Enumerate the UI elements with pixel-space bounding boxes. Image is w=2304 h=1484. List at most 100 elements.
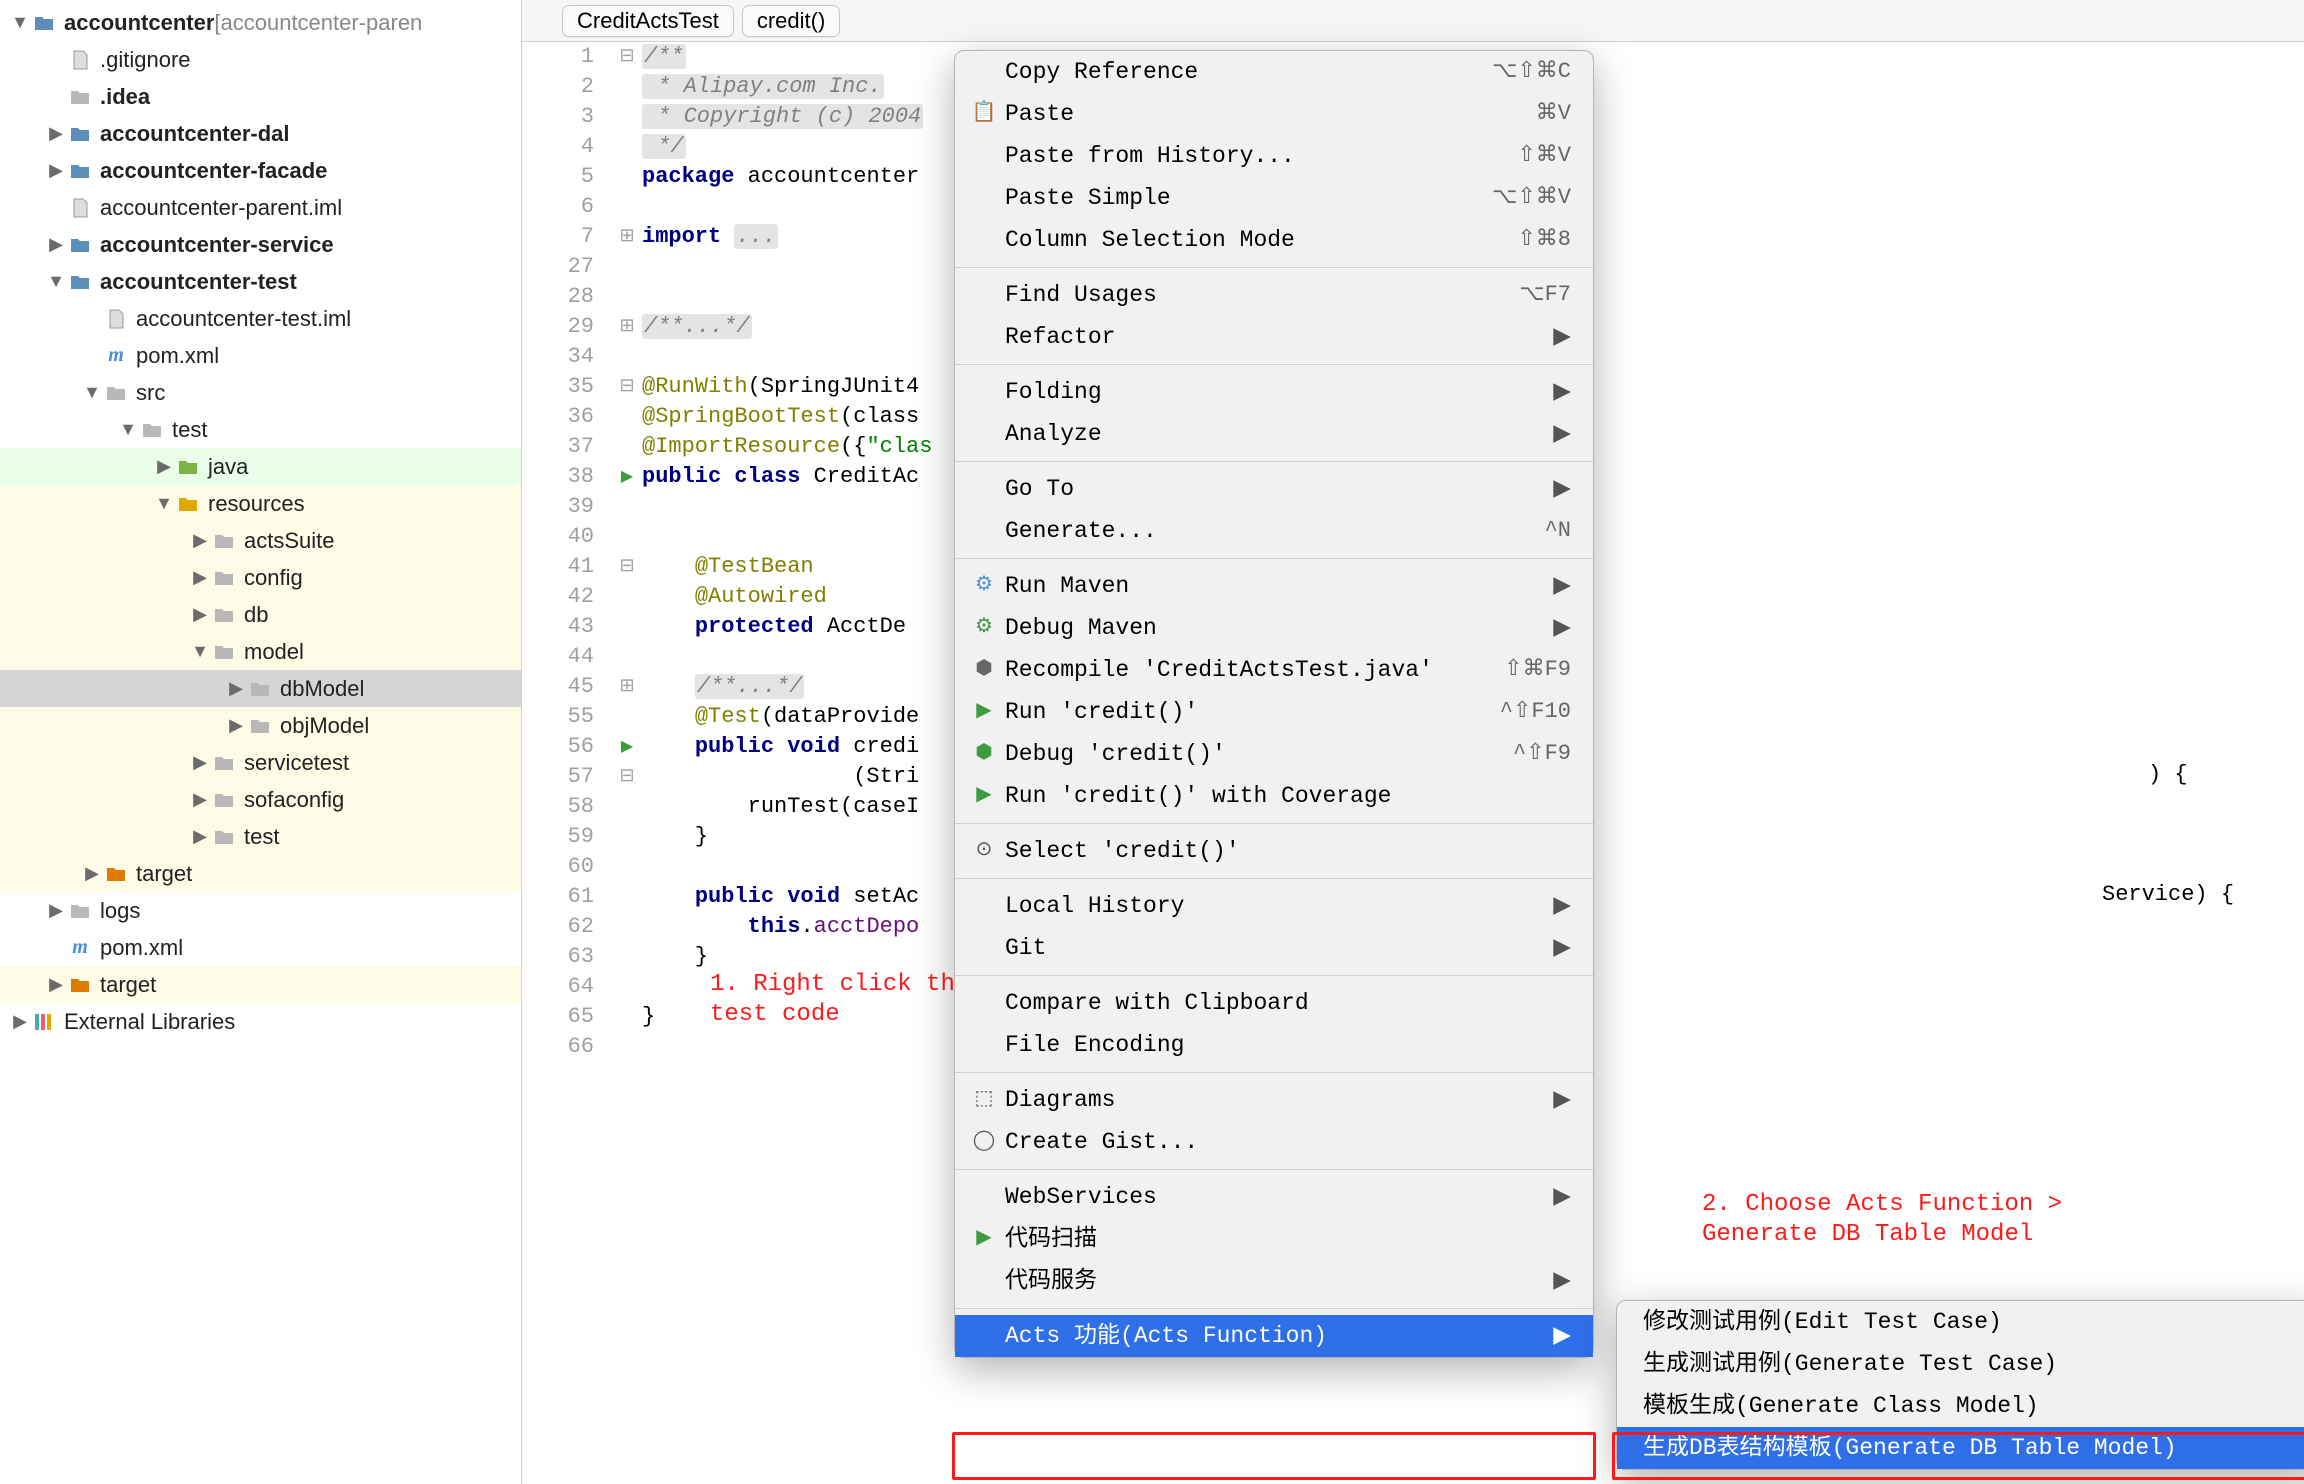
chevron-down-icon[interactable]: ▼ <box>118 420 138 440</box>
tree-item-label: actsSuite <box>244 528 335 554</box>
tree-item-accountcenter-dal[interactable]: ▶accountcenter-dal <box>0 115 521 152</box>
menu-item-recompile-creditactstest-java-[interactable]: ⬢Recompile 'CreditActsTest.java'⇧⌘F9 <box>955 649 1593 691</box>
submenu-item--generate-class-model-[interactable]: 模板生成(Generate Class Model) <box>1617 1385 2304 1427</box>
chevron-right-icon[interactable]: ▶ <box>190 531 210 551</box>
tree-item-java[interactable]: ▶java <box>0 448 521 485</box>
chevron-right-icon[interactable]: ▶ <box>46 161 66 181</box>
chevron-right-icon[interactable]: ▶ <box>226 679 246 699</box>
menu-item-column-selection-mode[interactable]: Column Selection Mode⇧⌘8 <box>955 219 1593 261</box>
fold-gutter[interactable]: ⊟ <box>612 42 642 72</box>
line-number: 7 <box>522 222 612 252</box>
maven-icon: m <box>66 934 94 962</box>
chevron-right-icon[interactable]: ▶ <box>46 975 66 995</box>
tree-item-resources[interactable]: ▼resources <box>0 485 521 522</box>
tree-item-test[interactable]: ▶test <box>0 818 521 855</box>
menu-item-file-encoding[interactable]: File Encoding <box>955 1024 1593 1066</box>
fold-gutter[interactable]: ⊞ <box>612 312 642 342</box>
fold-gutter[interactable]: ⊞ <box>612 672 642 702</box>
menu-item-create-gist-[interactable]: ◯Create Gist... <box>955 1121 1593 1163</box>
chevron-right-icon[interactable]: ▶ <box>190 790 210 810</box>
tree-item-accountcenter-parent-iml[interactable]: ▶accountcenter-parent.iml <box>0 189 521 226</box>
chevron-right-icon: ▶ <box>1553 474 1571 504</box>
menu-item--[interactable]: 代码服务▶ <box>955 1260 1593 1302</box>
menu-item-acts-acts-function-[interactable]: Acts 功能(Acts Function)▶ <box>955 1315 1593 1357</box>
menu-item-debug-credit-[interactable]: ⬢Debug 'credit()'^⇧F9 <box>955 733 1593 775</box>
menu-item-find-usages[interactable]: Find Usages⌥F7 <box>955 274 1593 316</box>
tree-item--gitignore[interactable]: ▶.gitignore <box>0 41 521 78</box>
chevron-right-icon[interactable]: ▶ <box>46 901 66 921</box>
fold-gutter[interactable]: ⊞ <box>612 222 642 252</box>
tree-item-accountcenter-facade[interactable]: ▶accountcenter-facade <box>0 152 521 189</box>
menu-item-compare-with-clipboard[interactable]: Compare with Clipboard <box>955 982 1593 1024</box>
menu-item-copy-reference[interactable]: Copy Reference⌥⇧⌘C <box>955 51 1593 93</box>
menu-item-paste[interactable]: 📋Paste⌘V <box>955 93 1593 135</box>
tree-item-external-libraries[interactable]: ▶External Libraries <box>0 1003 521 1040</box>
tree-item-pom-xml[interactable]: ▶mpom.xml <box>0 929 521 966</box>
code-editor[interactable]: 1⊟/**2 * Alipay.com Inc.3 * Copyright (c… <box>522 42 2304 1484</box>
menu-item-paste-simple[interactable]: Paste Simple⌥⇧⌘V <box>955 177 1593 219</box>
menu-item-label: Run 'credit()' <box>1005 697 1470 727</box>
tree-item-target[interactable]: ▶target <box>0 966 521 1003</box>
fold-gutter[interactable]: ⊟ <box>612 762 642 792</box>
breadcrumb-method[interactable]: credit() <box>742 5 840 37</box>
submenu-item--generate-test-case-[interactable]: 生成测试用例(Generate Test Case) <box>1617 1343 2304 1385</box>
menu-item-paste-from-history-[interactable]: Paste from History...⇧⌘V <box>955 135 1593 177</box>
tree-item-db[interactable]: ▶db <box>0 596 521 633</box>
tree-item-actssuite[interactable]: ▶ actsSuite <box>0 522 521 559</box>
tree-item-servicetest[interactable]: ▶servicetest <box>0 744 521 781</box>
tree-item-target[interactable]: ▶target <box>0 855 521 892</box>
tree-item-model[interactable]: ▼model <box>0 633 521 670</box>
chevron-right-icon[interactable]: ▶ <box>190 605 210 625</box>
chevron-right-icon[interactable]: ▶ <box>190 827 210 847</box>
menu-item-run-maven[interactable]: ⚙Run Maven▶ <box>955 565 1593 607</box>
menu-item-folding[interactable]: Folding▶ <box>955 371 1593 413</box>
tree-item-objmodel[interactable]: ▶objModel <box>0 707 521 744</box>
chevron-right-icon[interactable]: ▶ <box>10 1012 30 1032</box>
run-gutter-icon[interactable]: ▶ <box>612 462 642 492</box>
tree-item--idea[interactable]: ▶.idea <box>0 78 521 115</box>
chevron-right-icon[interactable]: ▶ <box>190 568 210 588</box>
run-gutter-icon[interactable]: ▶ <box>612 732 642 762</box>
submenu-item--db-generate-db-table-model-[interactable]: 生成DB表结构模板(Generate DB Table Model) <box>1617 1427 2304 1469</box>
fold-gutter[interactable]: ⊟ <box>612 372 642 402</box>
menu-item-webservices[interactable]: WebServices▶ <box>955 1176 1593 1218</box>
tree-item-pom-xml[interactable]: ▶mpom.xml <box>0 337 521 374</box>
menu-item-refactor[interactable]: Refactor▶ <box>955 316 1593 358</box>
menu-item-run-credit-[interactable]: ▶Run 'credit()'^⇧F10 <box>955 691 1593 733</box>
tree-item-accountcenter-service[interactable]: ▶accountcenter-service <box>0 226 521 263</box>
menu-item-debug-maven[interactable]: ⚙Debug Maven▶ <box>955 607 1593 649</box>
fold-gutter[interactable]: ⊟ <box>612 552 642 582</box>
tree-item-sofaconfig[interactable]: ▶sofaconfig <box>0 781 521 818</box>
chevron-right-icon[interactable]: ▶ <box>190 753 210 773</box>
menu-item-select-credit-[interactable]: ⊙Select 'credit()' <box>955 830 1593 872</box>
tree-item-accountcenter-test[interactable]: ▼accountcenter-test <box>0 263 521 300</box>
menu-item-git[interactable]: Git▶ <box>955 927 1593 969</box>
chevron-down-icon[interactable]: ▼ <box>46 272 66 292</box>
menu-item-analyze[interactable]: Analyze▶ <box>955 413 1593 455</box>
chevron-right-icon[interactable]: ▶ <box>46 124 66 144</box>
tree-item-accountcenter-test-iml[interactable]: ▶accountcenter-test.iml <box>0 300 521 337</box>
chevron-right-icon[interactable]: ▶ <box>154 457 174 477</box>
tree-item-src[interactable]: ▼src <box>0 374 521 411</box>
chevron-down-icon[interactable]: ▼ <box>82 383 102 403</box>
chevron-right-icon[interactable]: ▶ <box>82 864 102 884</box>
chevron-right-icon[interactable]: ▶ <box>226 716 246 736</box>
tree-item-logs[interactable]: ▶logs <box>0 892 521 929</box>
menu-item-run-credit-with-coverage[interactable]: ▶Run 'credit()' with Coverage <box>955 775 1593 817</box>
tree-item-config[interactable]: ▶config <box>0 559 521 596</box>
tree-item-dbmodel[interactable]: ▶dbModel <box>0 670 521 707</box>
menu-item-diagrams[interactable]: ⬚Diagrams▶ <box>955 1079 1593 1121</box>
menu-item-go-to[interactable]: Go To▶ <box>955 468 1593 510</box>
menu-item-local-history[interactable]: Local History▶ <box>955 885 1593 927</box>
breadcrumb-class[interactable]: CreditActsTest <box>562 5 734 37</box>
chevron-down-icon[interactable]: ▼ <box>10 13 30 33</box>
chevron-down-icon[interactable]: ▼ <box>190 642 210 662</box>
tree-item-accountcenter[interactable]: ▼accountcenter [accountcenter-paren <box>0 4 521 41</box>
menu-item-generate-[interactable]: Generate...^N <box>955 510 1593 552</box>
menu-item--[interactable]: ▶代码扫描 <box>955 1218 1593 1260</box>
tree-item-test[interactable]: ▼test <box>0 411 521 448</box>
submenu-item--edit-test-case-[interactable]: 修改测试用例(Edit Test Case) <box>1617 1301 2304 1343</box>
folder-icon <box>210 638 238 666</box>
chevron-down-icon[interactable]: ▼ <box>154 494 174 514</box>
chevron-right-icon[interactable]: ▶ <box>46 235 66 255</box>
